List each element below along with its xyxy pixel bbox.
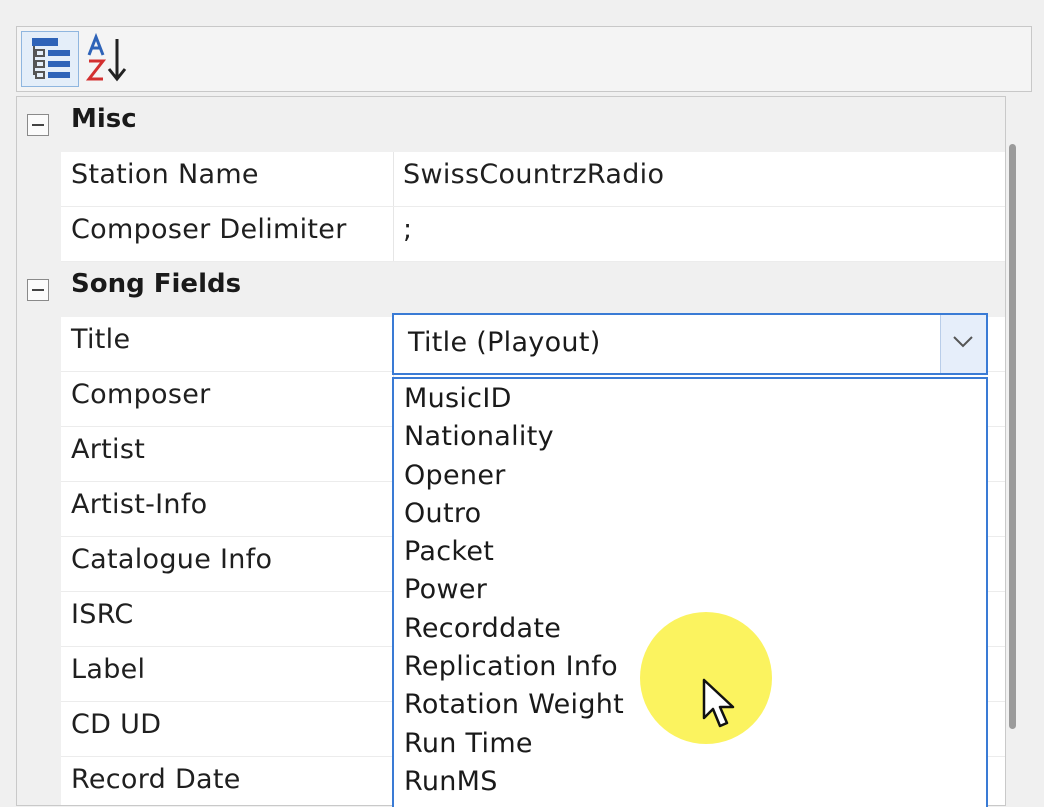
collapse-song-fields-icon[interactable]: [27, 279, 49, 301]
dropdown-option-nationality[interactable]: Nationality: [404, 421, 554, 452]
dropdown-option-recorddate[interactable]: Recorddate: [404, 613, 561, 644]
property-name: Record Date: [71, 764, 241, 795]
property-name: Composer: [71, 379, 211, 410]
scrollbar-thumb[interactable]: [1009, 144, 1016, 729]
combobox-selected-value: Title (Playout): [408, 327, 601, 358]
dropdown-option-rotation-weight[interactable]: Rotation Weight: [404, 689, 624, 720]
title-field-combobox[interactable]: Title (Playout): [392, 313, 988, 375]
dropdown-option-packet[interactable]: Packet: [404, 536, 494, 567]
categorized-list-icon: [32, 38, 70, 79]
dropdown-option-power[interactable]: Power: [404, 574, 487, 605]
dropdown-option-replication-info[interactable]: Replication Info: [404, 651, 618, 682]
vertical-scrollbar[interactable]: [1006, 96, 1032, 806]
category-label: Misc: [71, 104, 137, 134]
property-name: Label: [71, 654, 146, 685]
category-label: Song Fields: [71, 269, 242, 299]
title-field-dropdown-list[interactable]: MusicID Nationality Opener Outro Packet …: [392, 377, 988, 807]
grid-gutter: [17, 97, 61, 805]
property-name: ISRC: [71, 599, 134, 630]
property-name: CD UD: [71, 709, 162, 740]
category-song-fields[interactable]: Song Fields: [61, 262, 1005, 317]
property-name: Composer Delimiter: [71, 214, 347, 245]
chevron-down-icon: [953, 336, 973, 348]
categorized-view-button[interactable]: [21, 31, 79, 87]
alphabetical-sort-button[interactable]: [77, 31, 135, 87]
property-name: Catalogue Info: [71, 544, 273, 575]
dropdown-option-run-time[interactable]: Run Time: [404, 728, 533, 759]
collapse-misc-icon[interactable]: [27, 114, 49, 136]
property-name: Artist: [71, 434, 146, 465]
property-row-station-name[interactable]: Station Name SwissCountrzRadio: [61, 152, 1005, 207]
property-name: Artist-Info: [71, 489, 208, 520]
property-value[interactable]: ;: [403, 214, 412, 245]
property-grid-toolbar: [16, 26, 1032, 92]
dropdown-option-runms[interactable]: RunMS: [404, 766, 498, 797]
category-misc[interactable]: Misc: [61, 97, 1005, 152]
sort-az-icon: [85, 32, 127, 82]
property-value[interactable]: SwissCountrzRadio: [403, 159, 664, 190]
dropdown-option-outro[interactable]: Outro: [404, 498, 481, 529]
dropdown-option-opener[interactable]: Opener: [404, 460, 506, 491]
property-row-composer-delimiter[interactable]: Composer Delimiter ;: [61, 207, 1005, 262]
dropdown-option-musicid[interactable]: MusicID: [404, 383, 512, 414]
mouse-pointer-icon: [702, 678, 735, 728]
property-name: Title: [71, 324, 131, 355]
dropdown-toggle-button[interactable]: [940, 315, 986, 373]
property-name: Station Name: [71, 159, 259, 190]
